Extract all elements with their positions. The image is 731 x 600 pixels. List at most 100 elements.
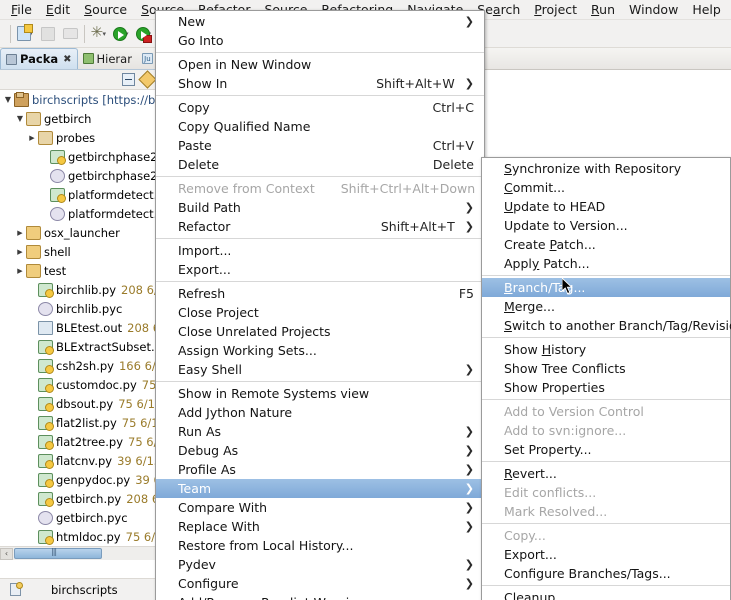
menubar-item-project-9[interactable]: Project — [527, 0, 584, 20]
tree-item[interactable]: platformdetect.py1 — [0, 185, 160, 204]
team-submenu[interactable]: Synchronize with Repository Commit... Upda… — [481, 157, 731, 600]
tree-item[interactable]: birchscripts [https://birc — [0, 90, 160, 109]
tree-item[interactable]: flatcnv.py 39 6/13/1C — [0, 451, 160, 470]
new-file-button[interactable]: ▾ — [17, 24, 33, 41]
tree-item[interactable]: test — [0, 261, 160, 280]
chevron-down-icon[interactable] — [2, 95, 14, 104]
collapse-all-icon[interactable] — [122, 73, 135, 86]
menu-item-copy-qualified-name[interactable]: Copy Qualified Name — [156, 117, 484, 136]
menu-item-configure[interactable]: Configure ❯ — [156, 574, 484, 593]
menu-item-show-in-remote-systems-view[interactable]: Show in Remote Systems view — [156, 384, 484, 403]
menu-item-show-tree-conflicts[interactable]: Show Tree Conflicts — [482, 359, 730, 378]
menu-item-go-into[interactable]: Go Into — [156, 31, 484, 50]
tree-item[interactable]: getbirchphase2.pyc — [0, 166, 160, 185]
menu-item-branch-tag[interactable]: Branch/Tag... — [482, 278, 730, 297]
tree-item[interactable]: customdoc.py75 6/1 — [0, 375, 160, 394]
tree-item[interactable]: osx_launcher — [0, 223, 160, 242]
menu-item-easy-shell[interactable]: Easy Shell ❯ — [156, 360, 484, 379]
menubar-item-edit-1[interactable]: Edit — [39, 0, 77, 20]
link-with-editor-icon[interactable] — [138, 70, 157, 89]
menu-item-pydev[interactable]: Pydev ❯ — [156, 555, 484, 574]
tree-item[interactable]: getbirch.pyc — [0, 508, 160, 527]
menu-item-merge[interactable]: Merge... — [482, 297, 730, 316]
menu-item-show-properties[interactable]: Show Properties — [482, 378, 730, 397]
scroll-left-arrow[interactable]: ‹ — [0, 547, 13, 560]
tree-item[interactable]: dbsout.py 75 6/15/1C — [0, 394, 160, 413]
menu-item-debug-as[interactable]: Debug As ❯ — [156, 441, 484, 460]
tree-item[interactable]: getbirch — [0, 109, 160, 128]
menu-item-apply-patch[interactable]: Apply Patch... — [482, 254, 730, 273]
menubar-item-window-11[interactable]: Window — [622, 0, 685, 20]
menubar-item-help-12[interactable]: Help — [685, 0, 728, 20]
menu-item-replace-with[interactable]: Replace With ❯ — [156, 517, 484, 536]
menu-item-run-as[interactable]: Run As ❯ — [156, 422, 484, 441]
menu-item-refresh[interactable]: Refresh F5 — [156, 284, 484, 303]
horizontal-scrollbar[interactable]: ‹ — [0, 546, 160, 560]
menubar-item-source-2[interactable]: Source — [77, 0, 134, 20]
menu-item-export[interactable]: Export... — [156, 260, 484, 279]
menu-item-new[interactable]: New ❯ — [156, 12, 484, 31]
scrollbar-thumb[interactable] — [14, 547, 102, 559]
chevron-right-icon[interactable] — [26, 133, 38, 142]
menu-item-set-property[interactable]: Set Property... — [482, 440, 730, 459]
chevron-right-icon[interactable] — [14, 266, 26, 275]
tree-item[interactable]: birchlib.pyc — [0, 299, 160, 318]
tree-item[interactable]: csh2sh.py 166 6/17/ — [0, 356, 160, 375]
menu-item-paste[interactable]: Paste Ctrl+V — [156, 136, 484, 155]
menu-item-commit[interactable]: Commit... — [482, 178, 730, 197]
menu-item-add-jython-nature[interactable]: Add Jython Nature — [156, 403, 484, 422]
menu-item-cleanup[interactable]: Cleanup — [482, 588, 730, 600]
tree-item[interactable]: birchlib.py208 6/21/ — [0, 280, 160, 299]
chevron-down-icon[interactable] — [14, 114, 26, 123]
menu-item-delete[interactable]: Delete Delete — [156, 155, 484, 174]
menu-item-add-remove-rpmlint-warnings[interactable]: Add/Remove Rpmlint Warnings — [156, 593, 484, 600]
menu-item-update-to-head[interactable]: Update to HEAD — [482, 197, 730, 216]
view-tab-hierar[interactable]: Hierar — [78, 48, 137, 69]
chevron-right-icon[interactable] — [14, 228, 26, 237]
menu-item-export[interactable]: Export... — [482, 545, 730, 564]
menu-item-close-unrelated-projects[interactable]: Close Unrelated Projects — [156, 322, 484, 341]
external-tools-button[interactable]: ▾ — [135, 26, 152, 43]
save-button[interactable] — [40, 26, 55, 41]
debug-button[interactable]: ▾ — [91, 23, 107, 41]
menu-item-team[interactable]: Team ❯ — [156, 479, 484, 498]
tree-item[interactable]: getbirchphase2.py — [0, 147, 160, 166]
tree-item[interactable]: flat2tree.py75 6/15/ — [0, 432, 160, 451]
menu-item-close-project[interactable]: Close Project — [156, 303, 484, 322]
tree-item[interactable]: platformdetect.pyc — [0, 204, 160, 223]
menubar-item-run-10[interactable]: Run — [584, 0, 622, 20]
menu-item-switch-to-another-branch-tag-revision[interactable]: Switch to another Branch/Tag/Revision... — [482, 316, 731, 335]
chevron-right-icon[interactable] — [14, 247, 26, 256]
menu-item-configure-branches-tags[interactable]: Configure Branches/Tags... — [482, 564, 730, 583]
menubar-item-file-0[interactable]: File — [4, 0, 39, 20]
tree-item[interactable]: probes — [0, 128, 160, 147]
menu-item-update-to-version[interactable]: Update to Version... — [482, 216, 730, 235]
menu-item-synchronize-with-repository[interactable]: Synchronize with Repository — [482, 159, 730, 178]
menu-item-assign-working-sets[interactable]: Assign Working Sets... — [156, 341, 484, 360]
menu-item-copy[interactable]: Copy Ctrl+C — [156, 98, 484, 117]
menu-item-build-path[interactable]: Build Path ❯ — [156, 198, 484, 217]
project-tree[interactable]: birchscripts [https://birc getbirch probes… — [0, 90, 160, 560]
tree-item[interactable]: flat2list.py75 6/15/1 — [0, 413, 160, 432]
tree-item[interactable]: getbirch.py208 6/21 — [0, 489, 160, 508]
run-button[interactable]: ▾ — [113, 26, 129, 41]
tree-item[interactable]: BLExtractSubset.py4 — [0, 337, 160, 356]
menu-item-refactor[interactable]: Refactor Shift+Alt+T ❯ — [156, 217, 484, 236]
menu-item-revert[interactable]: Revert... — [482, 464, 730, 483]
tree-item[interactable]: genpydoc.py39 6/13 — [0, 470, 160, 489]
menu-item-show-in[interactable]: Show In Shift+Alt+W ❯ — [156, 74, 484, 93]
print-button[interactable] — [62, 28, 78, 39]
tree-item[interactable]: htmldoc.py75 6/15/1 — [0, 527, 160, 546]
close-icon[interactable]: ✖ — [63, 54, 71, 65]
menu-item-show-history[interactable]: Show History — [482, 340, 730, 359]
menu-item-open-in-new-window[interactable]: Open in New Window — [156, 55, 484, 74]
menu-item-import[interactable]: Import... — [156, 241, 484, 260]
tree-item[interactable]: BLEtest.out208 6/21 — [0, 318, 160, 337]
project-context-menu[interactable]: New ❯ Go Into Open in New Window Show In Shif… — [155, 10, 485, 600]
menu-item-restore-from-local-history[interactable]: Restore from Local History... — [156, 536, 484, 555]
menu-item-profile-as[interactable]: Profile As ❯ — [156, 460, 484, 479]
menu-item-compare-with[interactable]: Compare With ❯ — [156, 498, 484, 517]
tree-item[interactable]: shell — [0, 242, 160, 261]
view-tab-packa[interactable]: Packa ✖ — [0, 48, 78, 69]
menu-item-create-patch[interactable]: Create Patch... — [482, 235, 730, 254]
